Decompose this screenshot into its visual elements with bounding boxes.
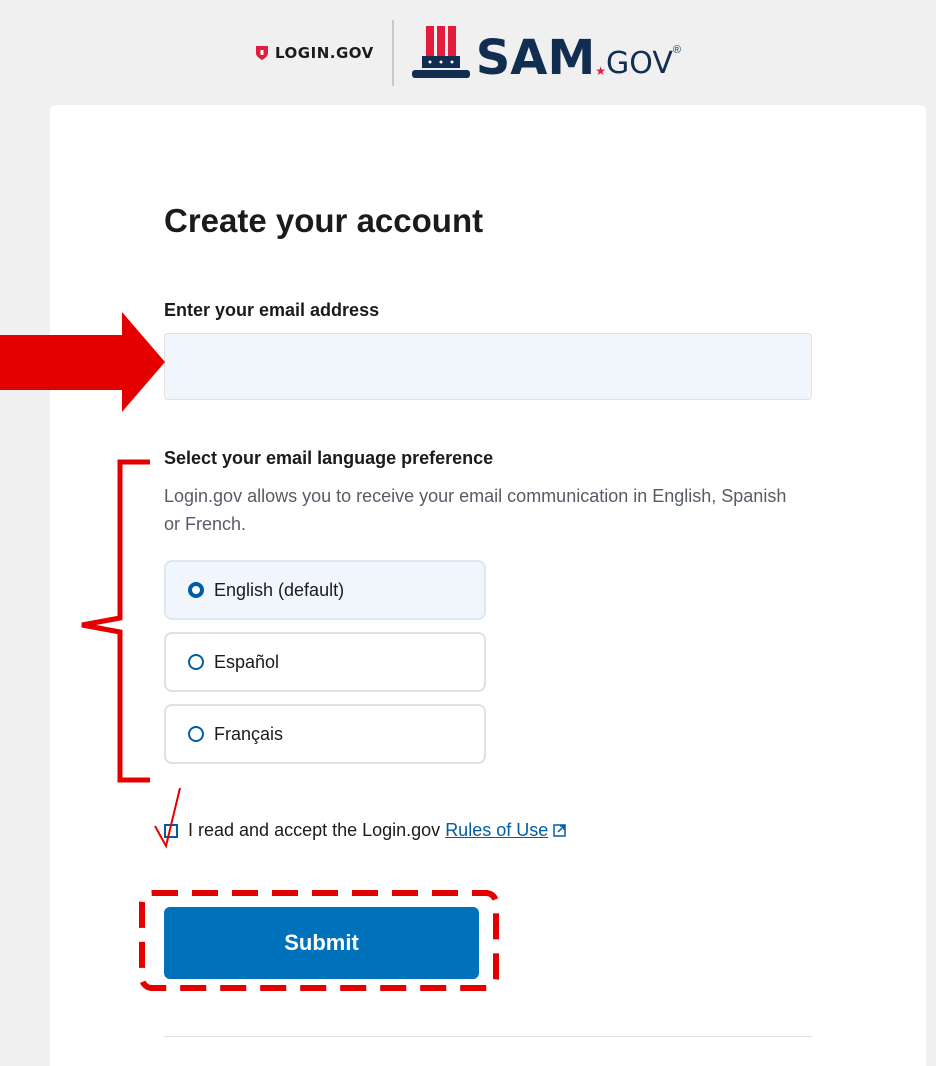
- sam-gov-logo: SAM ★ GOV ®: [411, 24, 681, 86]
- shield-icon: [256, 45, 269, 60]
- radio-francais[interactable]: Français: [164, 704, 486, 764]
- language-hint: Login.gov allows you to receive your ema…: [164, 486, 787, 534]
- radio-label: Español: [214, 651, 280, 672]
- uncle-sam-hat-icon: [411, 25, 470, 78]
- radio-selected-icon: [188, 582, 204, 598]
- external-link-icon: [553, 824, 566, 837]
- email-input[interactable]: [164, 333, 812, 400]
- rules-of-use-link[interactable]: Rules of Use: [445, 820, 548, 841]
- radio-label: English (default): [214, 579, 345, 600]
- terms-checkbox[interactable]: [164, 823, 178, 838]
- language-heading: Select your email language preference: [164, 448, 494, 468]
- logo-divider: [391, 19, 394, 86]
- radio-unselected-icon: [188, 654, 204, 670]
- radio-unselected-icon: [188, 726, 204, 742]
- radio-label: Français: [214, 723, 284, 744]
- terms-text: I read and accept the Login.gov: [188, 820, 441, 840]
- login-gov-logo: LOGIN.GOV: [255, 44, 374, 62]
- sam-logo-suffix: GOV: [605, 45, 673, 81]
- sam-logo-text: SAM: [475, 29, 596, 86]
- terms-row: I read and accept the Login.gov Rules of…: [164, 820, 566, 841]
- card-divider: [164, 1036, 812, 1037]
- registered-mark: ®: [672, 43, 681, 56]
- star-icon: ★: [595, 63, 606, 78]
- email-label: Enter your email address: [164, 300, 380, 320]
- radio-english[interactable]: English (default): [164, 560, 486, 620]
- header-logos: LOGIN.GOV SAM ★ GOV ®: [0, 0, 936, 105]
- radio-espanol[interactable]: Español: [164, 632, 486, 692]
- submit-button[interactable]: Submit: [164, 907, 479, 979]
- page-title: Create your account: [164, 202, 484, 239]
- login-gov-logo-text: LOGIN.GOV: [275, 43, 374, 62]
